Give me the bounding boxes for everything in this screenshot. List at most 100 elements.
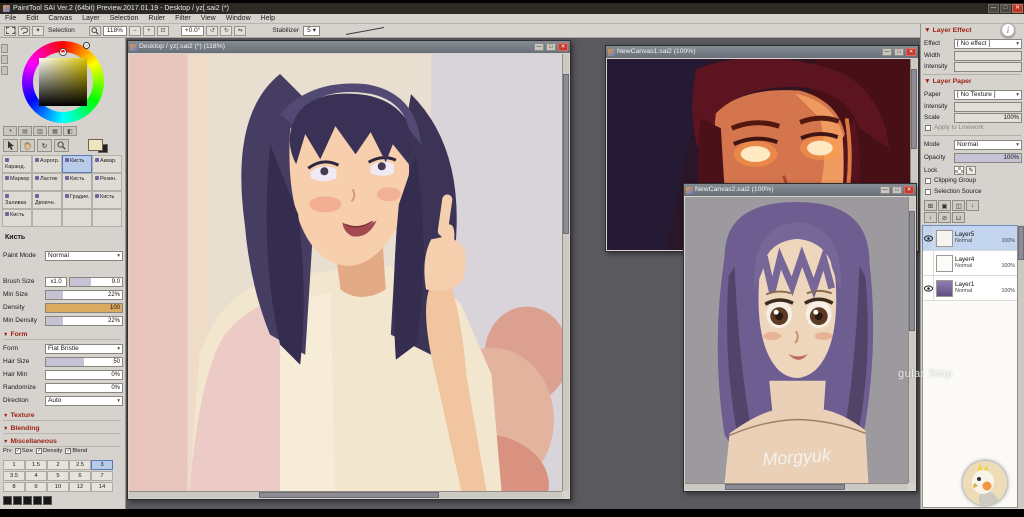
apply-linework-checkbox[interactable]: Apply to Linework [925,124,984,131]
tool-pencil[interactable]: Каранд. [2,155,32,173]
merge-down-button[interactable]: ↓ [966,200,979,211]
transfer-down-button[interactable]: ↓ [924,212,937,223]
form-dropdown[interactable]: Flat Bristle▾ [45,344,123,354]
swatches-tab[interactable]: ▦ [48,126,62,136]
clear-layer-button[interactable]: ⊘ [938,212,951,223]
size-preset[interactable]: 12 [69,482,91,492]
layer-row-layer4[interactable]: Layer4 Normal100% [923,251,1017,276]
hair-min-slider[interactable]: 0% [45,370,123,380]
miscellaneous-section-header[interactable]: ▼Miscellaneous [3,438,121,447]
layer-row-layer5[interactable]: Layer5 Normal100% [923,226,1017,251]
texture-section-header[interactable]: ▼Texture [3,412,121,421]
color-side-tab-1[interactable] [1,44,8,53]
blending-section-header[interactable]: ▼Blending [3,425,121,434]
size-preset[interactable]: 7 [91,471,113,481]
clipping-group-checkbox[interactable]: Clipping Group [925,177,976,184]
layer-row-layer1[interactable]: Layer1 Normal100% [923,276,1017,301]
tool-brush-2[interactable]: Кисть [62,173,92,191]
size-preset[interactable]: 2.5 [69,460,91,470]
minimize-button[interactable]: — [882,48,892,56]
brush-size-unit[interactable]: x1.0 [45,277,67,287]
vertical-scrollbar[interactable] [908,197,915,483]
angle-display[interactable]: +0.0° [181,26,204,36]
menu-file[interactable]: File [0,14,21,24]
canvas-window-main[interactable]: Desktop / yz[.sai2 (*) (118%) — □ ✕ [127,40,571,500]
menu-filter[interactable]: Filter [170,14,196,24]
size-preset[interactable]: 10 [47,482,69,492]
maximize-button[interactable]: □ [894,48,904,56]
new-folder-button[interactable]: ▣ [938,200,951,211]
scrollbar-thumb[interactable] [259,492,439,498]
maximize-button[interactable]: □ [892,186,902,194]
close-button[interactable]: ✕ [906,48,916,56]
paper-dropdown[interactable]: [ No Texture ]▾ [954,90,1022,100]
delete-layer-button[interactable]: ⊔ [952,212,965,223]
blend-mode-dropdown[interactable]: Normal▾ [954,140,1022,150]
cursor-tool-icon[interactable] [3,139,18,152]
size-preset-selected[interactable]: 3 [91,460,113,470]
tool-empty-slot[interactable] [32,209,62,227]
tool-watercolor[interactable]: Аквар. [92,155,122,173]
color-history-swatch[interactable] [33,496,42,505]
opacity-slider[interactable]: 100% [954,153,1022,163]
horizontal-scrollbar[interactable] [129,491,562,498]
size-preset[interactable]: 9 [25,482,47,492]
visibility-eye-icon[interactable] [923,276,934,301]
scrollbar-thumb[interactable] [1018,226,1024,260]
hue-ring[interactable] [22,41,104,123]
zoom-tool-icon[interactable] [54,139,69,152]
scrollbar-thumb[interactable] [911,69,917,149]
color-side-tab-2[interactable] [1,55,8,64]
horizontal-scrollbar[interactable] [685,483,908,490]
magic-wand-icon[interactable]: ✦ [32,26,44,36]
size-preset[interactable]: 5 [47,471,69,481]
rotate-ccw-button[interactable]: ↺ [206,26,218,36]
blend-checkbox[interactable]: ✓Blend [65,448,87,454]
paint-mode-dropdown[interactable]: Normal▾ [45,251,123,261]
tool-empty-slot[interactable] [62,209,92,227]
canvas-window-titlebar[interactable]: NewCanvas2.sai2 (100%) — □ ✕ [684,184,916,196]
hue-marker[interactable] [84,43,89,48]
tool-airbrush[interactable]: Аэрогр. [32,155,62,173]
tool-brush-3[interactable]: Кисть [92,191,122,209]
tool-rubber[interactable]: Резин. [92,173,122,191]
flip-horizontal-button[interactable]: ⇋ [234,26,246,36]
direction-dropdown[interactable]: Auto▾ [45,396,123,406]
scrollbar-thumb[interactable] [563,74,569,234]
hsv-slider-tab[interactable]: ▥ [33,126,47,136]
new-layer-button[interactable]: ⊞ [924,200,937,211]
color-history-swatch[interactable] [23,496,32,505]
zoom-out-button[interactable]: − [129,26,141,36]
selection-source-checkbox[interactable]: Selection Source [925,188,982,195]
maximize-button[interactable]: □ [1000,4,1011,13]
color-history-swatch[interactable] [3,496,12,505]
scrollbar-thumb[interactable] [725,484,845,490]
lock-transparency-icon[interactable] [954,166,964,175]
density-slider[interactable]: 100 [45,303,123,313]
color-history-swatch[interactable] [43,496,52,505]
size-preset[interactable]: 2 [47,460,69,470]
size-preset[interactable]: 1.5 [25,460,47,470]
rgb-slider-tab[interactable]: ▤ [18,126,32,136]
color-side-tab-3[interactable] [1,66,8,75]
zoom-in-button[interactable]: + [143,26,155,36]
scrollbar-thumb[interactable] [909,211,915,331]
menu-edit[interactable]: Edit [21,14,43,24]
size-preset[interactable]: 1 [3,460,25,470]
marquee-select-icon[interactable] [4,26,16,36]
form-section-header[interactable]: ▼Form [3,331,121,340]
maximize-button[interactable]: □ [546,43,556,51]
minimize-button[interactable]: — [534,43,544,51]
tool-eraser[interactable]: Ластик [32,173,62,191]
rotate-cw-button[interactable]: ↻ [220,26,232,36]
size-preset[interactable]: 3.5 [3,471,25,481]
vertical-scrollbar[interactable] [562,54,569,491]
canvas-surface-main[interactable] [129,54,562,491]
randomize-slider[interactable]: 0% [45,383,123,393]
menu-ruler[interactable]: Ruler [143,14,170,24]
scratchpad-tab[interactable]: ◧ [63,126,77,136]
close-button[interactable]: ✕ [1012,4,1023,13]
density-checkbox[interactable]: ✓Density [36,448,62,454]
size-preset[interactable]: 8 [3,482,25,492]
primary-color-swatch[interactable] [88,139,103,151]
